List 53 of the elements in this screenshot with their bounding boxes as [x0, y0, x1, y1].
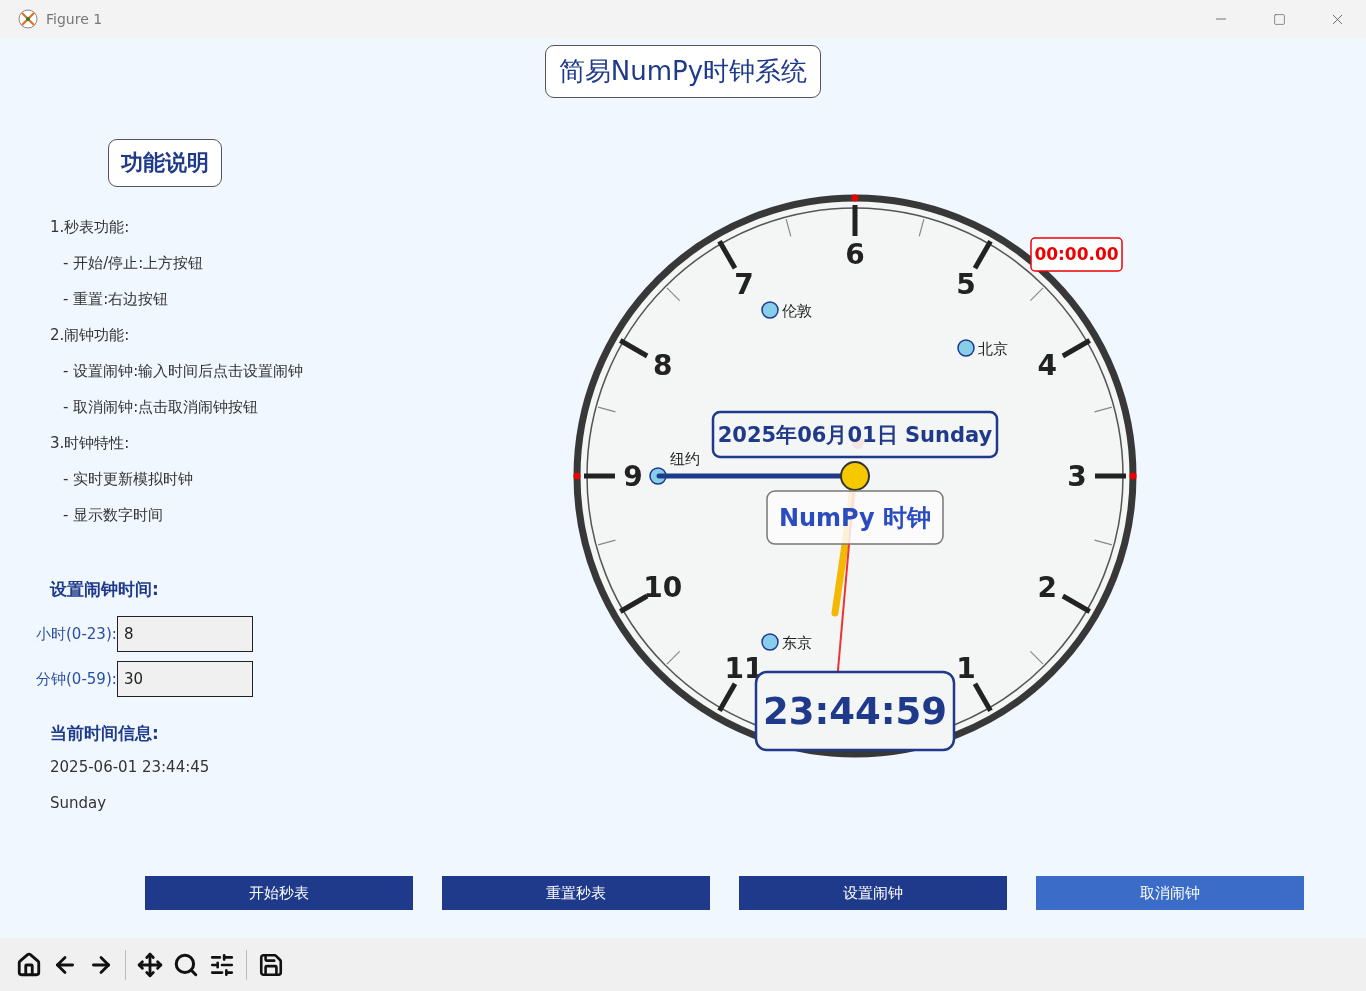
clock-number: 9	[623, 460, 643, 493]
city-dot-icon	[761, 301, 779, 319]
clock-number: 3	[1067, 460, 1087, 493]
action-button[interactable]: 开始秒表	[145, 876, 413, 910]
info-heading: 当前时间信息:	[49, 722, 160, 745]
city-dot-icon	[761, 633, 779, 651]
clock-number: 8	[653, 349, 673, 382]
clock-number: 4	[1037, 349, 1057, 382]
action-button[interactable]: 重置秒表	[442, 876, 710, 910]
clock-number: 10	[643, 571, 683, 604]
instruction-item: - 取消闹钟:点击取消闹钟按钮	[62, 397, 260, 418]
action-button[interactable]: 取消闹钟	[1036, 876, 1304, 910]
move-icon[interactable]	[137, 951, 163, 978]
city-dot-icon	[649, 467, 667, 485]
app-title: 简易NumPy时钟系统	[544, 45, 822, 98]
instruction-section: 2.闹钟功能:	[36, 317, 530, 353]
maximize-icon[interactable]	[1272, 12, 1286, 26]
instruction-item: - 重置:右边按钮	[62, 289, 170, 310]
instruction-section: 1.秒表功能:	[36, 209, 530, 245]
instruction-item: - 开始/停止:上方按钮	[62, 253, 205, 274]
settings-icon[interactable]	[209, 951, 235, 978]
clock-number: 1	[956, 652, 976, 686]
stopwatch-display: 00:00.00	[1030, 237, 1123, 272]
figure-logo-icon	[18, 9, 38, 29]
alarm-heading: 设置闹钟时间:	[48, 578, 160, 601]
home-icon[interactable]	[16, 951, 42, 978]
instructions-heading: 功能说明	[108, 139, 222, 187]
search-icon[interactable]	[173, 951, 199, 978]
city-label: 北京	[978, 340, 1008, 358]
clock-number: 6	[845, 238, 865, 271]
clock-number: 7	[734, 267, 754, 301]
field-label: 小时(0-23):	[36, 624, 117, 644]
instruction-item: - 显示数字时间	[62, 505, 165, 526]
input-field[interactable]: 30	[117, 661, 253, 697]
input-field[interactable]: 8	[117, 616, 253, 652]
city-dot-icon	[957, 339, 975, 357]
window-title: Figure 1	[46, 11, 104, 27]
city-label: 伦敦	[782, 302, 812, 320]
instruction-section: 3.时钟特性:	[36, 425, 530, 461]
field-label: 分钟(0-59):	[36, 669, 117, 689]
clock-number: 5	[956, 267, 976, 301]
info-text: Sunday	[49, 793, 108, 814]
save-icon[interactable]	[258, 951, 284, 978]
center-cap-icon	[840, 461, 870, 491]
date-label: 2025年06月01日 Sunday	[711, 410, 999, 459]
info-text: 2025-06-01 23:44:45	[49, 757, 211, 778]
instruction-item: - 实时更新模拟时钟	[62, 469, 195, 490]
clock-number: 2	[1037, 571, 1057, 604]
city-label: 东京	[782, 634, 812, 652]
city-label: 纽约	[670, 450, 700, 468]
action-button[interactable]: 设置闹钟	[739, 876, 1007, 910]
instruction-item: - 设置闹钟:输入时间后点击设置闹钟	[62, 361, 305, 382]
clock-label: NumPy 时钟	[766, 490, 944, 545]
